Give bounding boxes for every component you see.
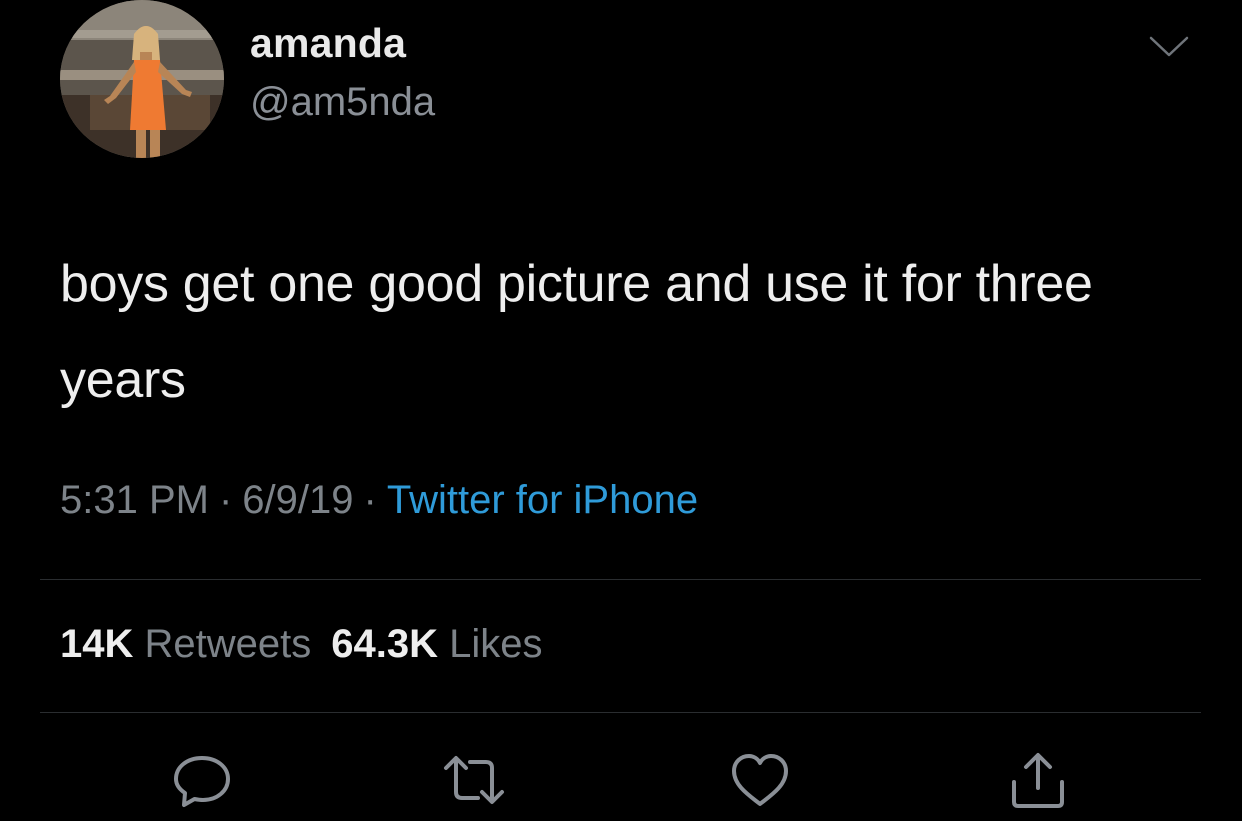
tweet-meta: 5:31 PM · 6/9/19 · Twitter for iPhone: [60, 478, 698, 523]
heart-icon: [732, 754, 788, 806]
divider: [40, 712, 1201, 713]
meta-separator: ·: [363, 478, 377, 522]
reply-button[interactable]: [170, 750, 234, 810]
display-name[interactable]: amanda: [250, 20, 406, 67]
share-button[interactable]: [1006, 750, 1070, 810]
retweet-button[interactable]: [442, 750, 506, 810]
like-button[interactable]: [728, 750, 792, 810]
retweet-icon: [444, 756, 504, 804]
likes-stat[interactable]: 64.3K Likes: [331, 622, 542, 666]
tweet-text: boys get one good picture and use it for…: [60, 255, 1093, 409]
reply-icon: [174, 756, 230, 807]
meta-separator: ·: [218, 478, 233, 522]
avatar[interactable]: [60, 0, 224, 158]
retweets-label: Retweets: [144, 622, 312, 666]
divider: [40, 579, 1201, 580]
profile-photo-image: [60, 0, 224, 158]
likes-count: 64.3K: [331, 622, 439, 666]
tweet-stats: 14K Retweets 64.3K Likes: [60, 622, 543, 667]
tweet-detail: amanda @am5nda boys get one good picture…: [0, 0, 1242, 821]
tweet-time: 5:31 PM: [60, 478, 209, 522]
user-handle[interactable]: @am5nda: [250, 80, 435, 125]
share-icon: [1012, 753, 1064, 808]
likes-label: Likes: [449, 622, 543, 666]
retweets-count: 14K: [60, 622, 134, 666]
tweet-date: 6/9/19: [242, 478, 354, 522]
retweets-stat[interactable]: 14K Retweets: [60, 622, 311, 666]
tweet-source-link[interactable]: Twitter for iPhone: [387, 478, 698, 522]
chevron-down-icon[interactable]: [1148, 34, 1190, 60]
